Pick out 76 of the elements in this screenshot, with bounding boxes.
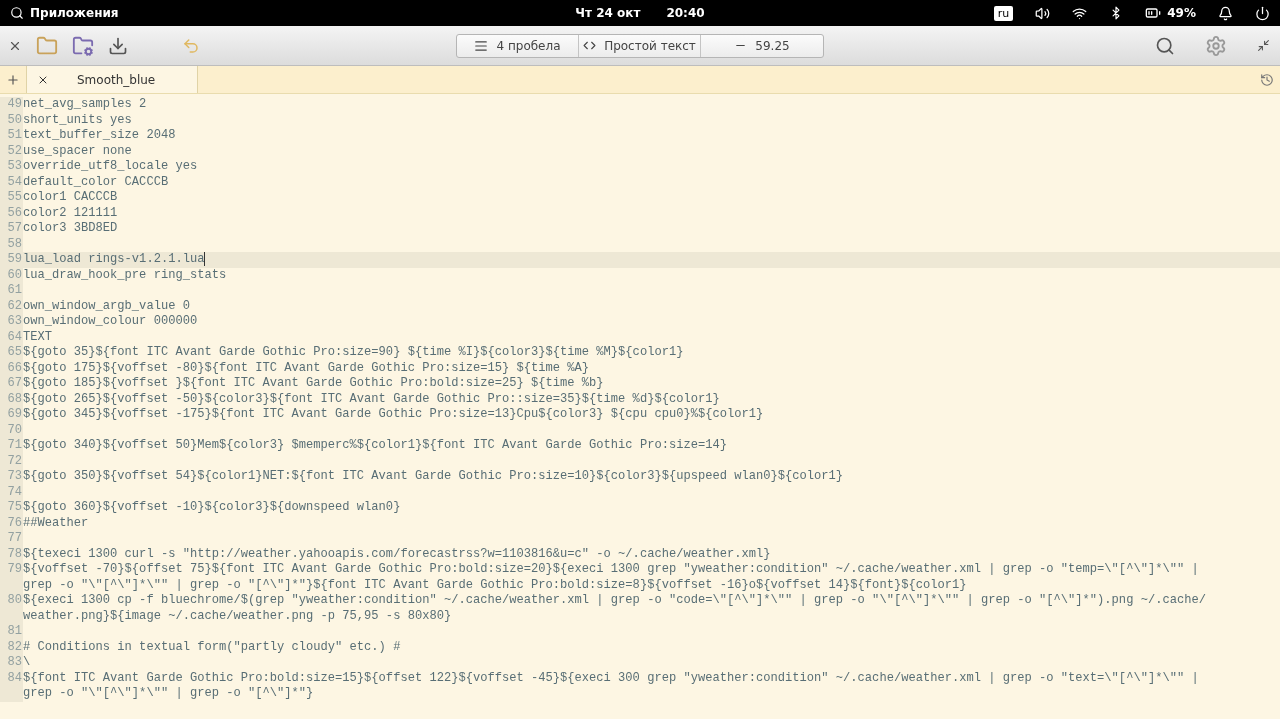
line-number: 61	[0, 283, 23, 299]
code-line: ${goto 350}${voffset 54}${color1}NET:${font ITC Avant Garde Gothic Pro:size=10}${color3}${upspeed wlan0}${color1}	[23, 469, 844, 485]
code-line: ${voffset -70}${offset 75}${font ITC Avant Garde Gothic Pro:bold:size=20}${execi 1300 grep "yweather:condition" ~/.cache/weather.xml | grep -o "temp=\"[^\"]*\"" |	[23, 562, 1199, 578]
indent-button[interactable]: 4 пробела	[457, 34, 579, 57]
keyboard-layout-indicator[interactable]: ru	[993, 5, 1014, 21]
code-line: ${goto 345}${voffset -175}${font ITC Avant Garde Gothic Pro:size=13}Cpu${color3} ${cpu cpu0}%${color1}	[23, 407, 764, 423]
line-number: 65	[0, 345, 23, 361]
indent-icon	[474, 38, 489, 53]
clock-label[interactable]: 20:40	[666, 6, 705, 20]
code-line: ${goto 340}${voffset 50}Mem${color3} $memperc%${color1}${font ITC Avant Garde Gothic Pro:size=14}	[23, 438, 727, 454]
line-number: 51	[0, 128, 23, 144]
line-number: 55	[0, 190, 23, 206]
battery-icon[interactable]	[1145, 5, 1162, 21]
code-line: TEXT	[23, 329, 53, 346]
code-line: own_window_colour 000000	[23, 314, 198, 330]
text-cursor	[204, 252, 206, 266]
line-number: 80	[0, 593, 23, 625]
code-line: ${goto 185}${voffset }${font ITC Avant Garde Gothic Pro:bold:size=25} ${time %b}	[23, 376, 604, 392]
line-number: 73	[0, 469, 23, 485]
power-icon[interactable]	[1255, 5, 1270, 21]
line-number: 69	[0, 407, 23, 423]
code-line: own_window_argb_value 0	[23, 298, 190, 315]
code-icon	[583, 39, 597, 52]
code-line: weather.png}${image ~/.cache/weather.png -p 75,95 -s 80x80}	[23, 608, 453, 625]
code-line: ${goto 175}${voffset -80}${font ITC Avant Garde Gothic Pro:size=15} ${time %A}	[23, 360, 590, 377]
code-line: net_avg_samples 2	[23, 97, 147, 113]
line-number: 81	[0, 624, 23, 640]
code-line: ${goto 360}${voffset -10}${color3}${downspeed wlan0}	[23, 500, 401, 516]
code-line: ${execi 1300 cp -f bluechrome/$(grep "yweather:condition" ~/.cache/weather.xml | grep -o "code=\"[^\"]*\"" | grep -o "\"[^\"]*\"" | grep -o "[^\"]*").png ~/.cache/	[23, 593, 1206, 609]
line-number: 57	[0, 221, 23, 237]
code-line: color1 CACCCB	[23, 190, 118, 206]
tab[interactable]: Smooth_blue	[26, 66, 198, 93]
battery-percent: 49%	[1167, 6, 1196, 20]
line-number: 77	[0, 531, 23, 547]
code-line: color3 3BD8ED	[23, 221, 118, 237]
code-line: lua_load rings-v1.2.1.lua	[23, 252, 206, 268]
line-number: 75	[0, 500, 23, 516]
line-button[interactable]: 59.25	[701, 34, 823, 57]
code-line: \	[23, 655, 31, 671]
bell-icon[interactable]	[1218, 5, 1233, 21]
save-button[interactable]	[108, 35, 128, 56]
line-number: 53	[0, 159, 23, 175]
code-line: override_utf8_locale yes	[23, 159, 198, 175]
code-line: ${goto 35}${font ITC Avant Garde Gothic Pro:size=90} ${time %I}${color3}${time %M}${color1}	[23, 345, 684, 361]
search-icon[interactable]	[10, 6, 24, 20]
code-line: ${goto 265}${voffset -50}${color3}${font ITC Avant Garde Gothic Pro::size=35}${time %d}${color1}	[23, 391, 720, 408]
project-folder-button[interactable]	[72, 34, 94, 57]
line-number: 83	[0, 655, 23, 671]
line-number: 67	[0, 376, 23, 392]
line-number: 79	[0, 562, 23, 594]
code-line: ${texeci 1300 curl -s "http://weather.yahooapis.com/forecastrss?w=1103816&u=c" -o ~/.cache/weather.xml}	[23, 546, 771, 563]
search-button[interactable]	[1155, 35, 1175, 56]
code-line: # Conditions in textual form("partly cloudy" etc.) #	[23, 639, 401, 656]
wifi-icon[interactable]	[1072, 5, 1088, 21]
code-line: color2 121111	[23, 205, 118, 221]
code-line: default_color CACCCB	[23, 174, 169, 190]
code-line: use_spacer none	[23, 143, 132, 159]
code-line: lua_draw_hook_pre ring_stats	[23, 267, 227, 284]
date-label[interactable]: Чт 24 окт	[575, 6, 641, 20]
language-button[interactable]: Простой текст	[579, 34, 701, 57]
code-line: grep -o "\"[^\"]*\"" | grep -o "[^\"]*"}${font ITC Avant Garde Gothic Pro:bold:size=8}${voffset -16}o${voffset 14}${font}${color1}	[23, 577, 968, 594]
code-line: grep -o "\"[^\"]*\"" | grep -o "[^\"]*"}	[23, 686, 315, 702]
plus-icon	[6, 72, 20, 87]
applications-menu[interactable]: Приложения	[30, 6, 119, 20]
line-number: 63	[0, 314, 23, 330]
code-line: short_units yes	[23, 112, 132, 128]
history-icon	[1260, 72, 1274, 87]
code-line: text_buffer_size 2048	[23, 128, 176, 144]
restore-button[interactable]	[1257, 39, 1270, 52]
code-line: ${font ITC Avant Garde Gothic Pro:bold:size=15}${offset 122}${voffset -45}${execi 300 grep "yweather:condition" ~/.cache/weather.xml | grep -o "text=\"[^\"]*\"" |	[23, 670, 1199, 687]
line-number: 84	[0, 670, 23, 702]
line-number: 71	[0, 438, 23, 454]
line-number: 49	[0, 97, 23, 113]
tab-title: Smooth_blue	[77, 72, 156, 87]
volume-icon[interactable]	[1035, 5, 1051, 21]
code-line: ##Weather	[23, 515, 89, 532]
